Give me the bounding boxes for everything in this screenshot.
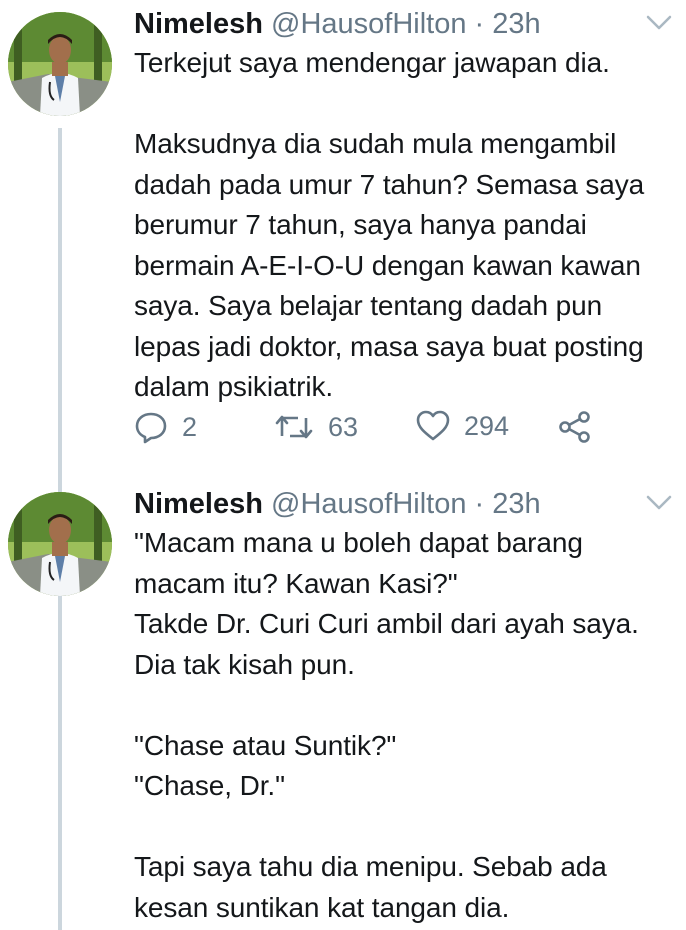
like-count: 294: [464, 410, 510, 441]
separator-dot: ·: [474, 488, 485, 520]
tweet-header: Nimelesh @HausofHilton · 23h: [134, 6, 541, 42]
avatar[interactable]: [8, 12, 112, 116]
chevron-down-icon[interactable]: [646, 14, 672, 32]
tweet-text: Terkejut saya mendengar jawapan dia. Mak…: [134, 47, 645, 402]
tweet-header: Nimelesh @HausofHilton · 23h: [134, 486, 541, 522]
chevron-down-icon[interactable]: [646, 494, 672, 512]
display-name[interactable]: Nimelesh: [134, 8, 263, 40]
avatar-photo: [8, 12, 112, 116]
tweet[interactable]: Nimelesh @HausofHilton · 23h "Macam mana…: [0, 480, 686, 930]
timestamp[interactable]: 23h: [492, 488, 540, 520]
reply-button[interactable]: 2: [134, 410, 197, 444]
reply-icon: [135, 412, 167, 444]
retweet-button[interactable]: 63: [274, 410, 358, 444]
tweet-text: "Macam mana u boleh dapat barang macam i…: [134, 527, 639, 923]
share-icon: [559, 411, 590, 443]
avatar-photo: [8, 492, 112, 596]
share-button[interactable]: [558, 410, 592, 444]
like-icon: [416, 410, 450, 441]
separator-dot: ·: [474, 8, 485, 40]
avatar[interactable]: [8, 492, 112, 596]
tweet[interactable]: Nimelesh @HausofHilton · 23h Terkejut sa…: [0, 0, 686, 470]
timestamp[interactable]: 23h: [492, 8, 540, 40]
retweet-count: 63: [328, 411, 359, 442]
display-name[interactable]: Nimelesh: [134, 488, 263, 520]
reply-count: 2: [182, 411, 198, 442]
retweet-icon: [275, 415, 313, 439]
tweet-actions: 2 63 294: [134, 410, 654, 454]
user-handle[interactable]: @HausofHilton: [271, 8, 466, 40]
like-button[interactable]: 294: [416, 410, 509, 442]
user-handle[interactable]: @HausofHilton: [271, 488, 466, 520]
